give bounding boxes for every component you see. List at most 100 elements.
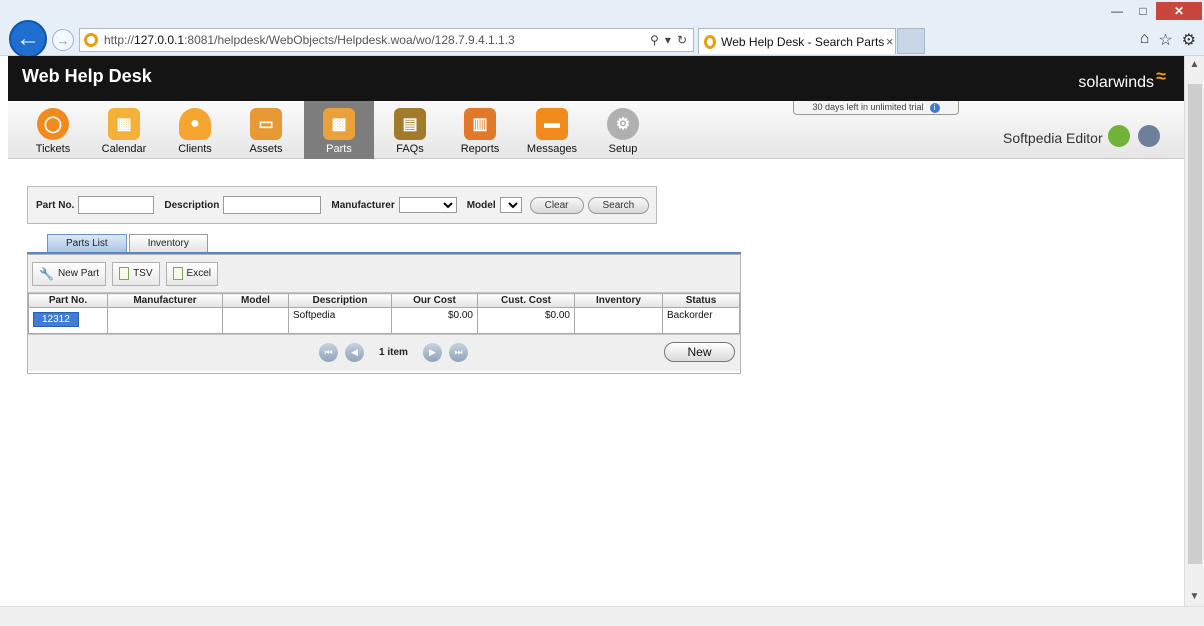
table-row: 12312 Softpedia $0.00 $0.00 Backorder bbox=[28, 307, 740, 334]
new-button[interactable]: New bbox=[664, 342, 735, 362]
web-help-desk-app: Web Help Desk solarwinds ≈ 30 days left … bbox=[8, 56, 1184, 606]
monitor-icon: ▭ bbox=[250, 108, 282, 140]
browser-tab[interactable]: Web Help Desk - Search Parts × bbox=[698, 28, 896, 54]
file-icon bbox=[172, 267, 183, 280]
item-count: 1 item bbox=[379, 347, 408, 358]
ie-logo-icon bbox=[84, 33, 98, 47]
new-tab-button[interactable] bbox=[897, 28, 925, 54]
clear-button[interactable]: Clear bbox=[529, 196, 584, 214]
description-input[interactable] bbox=[223, 196, 322, 214]
info-icon[interactable]: i bbox=[929, 103, 940, 113]
table-header-row: Part No. Manufacturer Model Description … bbox=[28, 293, 740, 308]
col-our-cost[interactable]: Our Cost bbox=[391, 293, 478, 308]
part-no-link[interactable]: 12312 bbox=[33, 312, 79, 327]
cell-part-no: 12312 bbox=[28, 307, 108, 334]
scroll-down-icon[interactable]: ▼ bbox=[1185, 588, 1204, 606]
description-label: Description bbox=[164, 199, 220, 211]
nav-faqs[interactable]: ▤ FAQs bbox=[378, 101, 442, 159]
status-strip bbox=[0, 606, 1204, 626]
last-page-icon[interactable]: ⏭ bbox=[449, 343, 468, 362]
maximize-button[interactable]: □ bbox=[1130, 2, 1156, 20]
col-inventory[interactable]: Inventory bbox=[574, 293, 663, 308]
tab-inventory[interactable]: Inventory bbox=[128, 234, 208, 252]
settings-gear-icon[interactable]: ⚙ bbox=[1182, 30, 1196, 50]
parts-icon: ▩ bbox=[323, 108, 355, 140]
cell-our-cost: $0.00 bbox=[391, 307, 478, 334]
dropdown-icon[interactable]: ▾ bbox=[665, 33, 671, 47]
parts-search-form: Part No. Description Manufacturer Model … bbox=[27, 186, 657, 224]
file-icon bbox=[119, 267, 130, 280]
gear-icon: ⚙ bbox=[607, 108, 639, 140]
search-button[interactable]: Search bbox=[587, 196, 650, 214]
cell-cust-cost: $0.00 bbox=[477, 307, 575, 334]
parts-tabs: Parts List Inventory bbox=[47, 234, 208, 252]
cell-description: Softpedia bbox=[288, 307, 392, 334]
new-part-button[interactable]: 🔧 New Part bbox=[32, 261, 107, 286]
favorites-star-icon[interactable]: ☆ bbox=[1158, 30, 1172, 50]
col-model[interactable]: Model bbox=[222, 293, 289, 308]
tab-favicon-icon bbox=[704, 34, 717, 49]
nav-clients[interactable]: ● Clients bbox=[163, 101, 227, 159]
user-name: Softpedia Editor bbox=[1003, 130, 1103, 146]
address-bar[interactable]: http://127.0.0.1:8081/helpdesk/WebObject… bbox=[79, 28, 694, 52]
cell-model bbox=[222, 307, 289, 334]
col-status[interactable]: Status bbox=[662, 293, 740, 308]
tab-close-icon[interactable]: × bbox=[884, 34, 895, 49]
manufacturer-label: Manufacturer bbox=[331, 199, 395, 211]
nav-assets[interactable]: ▭ Assets bbox=[234, 101, 298, 159]
refresh-icon[interactable]: ↻ bbox=[677, 33, 687, 47]
person-icon: ● bbox=[179, 108, 211, 140]
back-button[interactable]: ← bbox=[9, 20, 47, 58]
chart-icon: ▥ bbox=[464, 108, 496, 140]
nav-setup[interactable]: ⚙ Setup bbox=[591, 101, 655, 159]
scroll-up-icon[interactable]: ▲ bbox=[1185, 56, 1204, 74]
next-page-icon[interactable]: ▶ bbox=[423, 343, 442, 362]
lifebuoy-icon: ◯ bbox=[37, 108, 69, 140]
col-cust-cost[interactable]: Cust. Cost bbox=[477, 293, 575, 308]
vertical-scrollbar[interactable]: ▲ ▼ bbox=[1184, 56, 1204, 606]
tab-parts-list[interactable]: Parts List bbox=[47, 234, 127, 252]
app-header: Web Help Desk solarwinds ≈ bbox=[8, 56, 1184, 101]
parts-table: Part No. Manufacturer Model Description … bbox=[28, 293, 740, 334]
trial-notice: 30 days left in unlimited trial i bbox=[793, 101, 959, 115]
model-select[interactable] bbox=[499, 197, 522, 213]
window-controls: — □ ✕ bbox=[1104, 2, 1202, 20]
parts-toolbar: 🔧 New Part TSV Excel bbox=[28, 255, 740, 293]
cell-status: Backorder bbox=[662, 307, 740, 334]
app-title: Web Help Desk bbox=[22, 66, 152, 86]
first-page-icon[interactable]: ⏮ bbox=[319, 343, 338, 362]
close-window-button[interactable]: ✕ bbox=[1156, 2, 1202, 20]
forward-button[interactable]: → bbox=[52, 29, 74, 51]
search-icon[interactable]: ⚲ bbox=[650, 33, 659, 47]
book-icon: ▤ bbox=[394, 108, 426, 140]
nav-calendar[interactable]: ▦ Calendar bbox=[92, 101, 156, 159]
part-no-input[interactable] bbox=[78, 196, 155, 214]
solarwinds-flame-icon: ≈ bbox=[1156, 66, 1166, 86]
wrench-icon: 🔧 bbox=[39, 266, 54, 281]
nav-reports[interactable]: ▥ Reports bbox=[448, 101, 512, 159]
address-url[interactable]: http://127.0.0.1:8081/helpdesk/WebObject… bbox=[104, 33, 650, 47]
prev-page-icon[interactable]: ◀ bbox=[345, 343, 364, 362]
col-part-no[interactable]: Part No. bbox=[28, 293, 108, 308]
manufacturer-select[interactable] bbox=[398, 197, 457, 213]
home-icon[interactable]: ⌂ bbox=[1140, 30, 1150, 50]
nav-tickets[interactable]: ◯ Tickets bbox=[21, 101, 85, 159]
col-manufacturer[interactable]: Manufacturer bbox=[107, 293, 223, 308]
main-navbar: 30 days left in unlimited trial i ◯ Ticke… bbox=[8, 101, 1184, 159]
pager: ⏮ ◀ 1 item ▶ ⏭ New bbox=[28, 334, 740, 371]
minimize-button[interactable]: — bbox=[1104, 2, 1130, 20]
browser-chrome: — □ ✕ ← → http://127.0.0.1:8081/helpdesk… bbox=[0, 0, 1204, 58]
scroll-thumb[interactable] bbox=[1188, 84, 1202, 564]
nav-parts[interactable]: ▩ Parts bbox=[304, 101, 374, 159]
calendar-icon: ▦ bbox=[108, 108, 140, 140]
account-icon[interactable] bbox=[1138, 125, 1160, 147]
export-excel-button[interactable]: Excel bbox=[165, 261, 218, 286]
col-description[interactable]: Description bbox=[288, 293, 392, 308]
solarwinds-logo: solarwinds bbox=[1078, 74, 1154, 91]
model-label: Model bbox=[466, 199, 496, 211]
part-no-label: Part No. bbox=[36, 199, 75, 211]
tab-title: Web Help Desk - Search Parts bbox=[721, 34, 885, 49]
nav-messages[interactable]: ▬ Messages bbox=[520, 101, 584, 159]
status-icon[interactable] bbox=[1108, 125, 1130, 147]
export-tsv-button[interactable]: TSV bbox=[112, 261, 160, 286]
